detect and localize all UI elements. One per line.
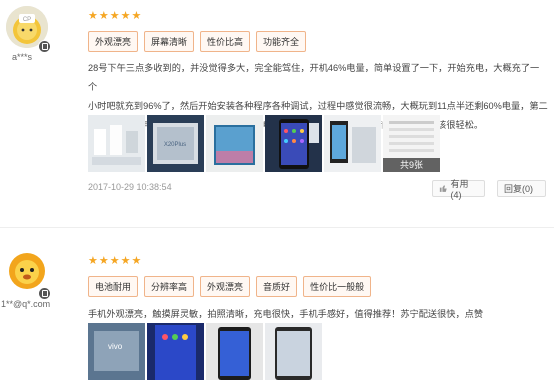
photo-image: [88, 115, 145, 172]
tag: 音质好: [256, 276, 298, 297]
review-text-line: 28号下午三点多收到的，并没觉得多大，完全能驾住，开机46%电量，简单设置了一下…: [88, 63, 540, 92]
reply-button[interactable]: 回复(0): [497, 180, 546, 197]
tag-list: 外观漂亮 屏幕清晰 性价比高 功能齐全: [88, 31, 307, 52]
svg-text:CP: CP: [23, 17, 31, 23]
avatar[interactable]: [6, 250, 48, 292]
review-photo[interactable]: [147, 323, 204, 380]
useful-button[interactable]: 有用(4): [432, 179, 485, 200]
review-text: 手机外观漂亮，触摸屏灵敏，拍照清晰，充电很快，手机手感好，值得推荐！苏宁配送很快…: [88, 305, 548, 324]
photo-image: vivo: [88, 323, 145, 380]
tag: 性价比一般般: [303, 276, 372, 297]
photo-image: [324, 115, 381, 172]
review-photo[interactable]: [206, 115, 263, 172]
photo-image: [265, 323, 322, 380]
review-text-line: 小时吧就充到96%了，然后开始安装各种程序各种调试，过程中感觉很流畅，大概玩到1…: [88, 101, 548, 111]
svg-text:vivo: vivo: [108, 342, 123, 351]
tag: 功能齐全: [256, 31, 307, 52]
tag: 外观漂亮: [88, 31, 139, 52]
photo-image: [265, 115, 322, 172]
tag: 屏幕清晰: [144, 31, 195, 52]
tag-list: 电池耐用 分辨率高 外观漂亮 音质好 性价比一般般: [88, 276, 372, 297]
review-photo[interactable]: [265, 323, 322, 380]
review-photo[interactable]: 共9张: [383, 115, 440, 172]
review-photo[interactable]: [206, 323, 263, 380]
review-photo[interactable]: X20Plus: [147, 115, 204, 172]
useful-label: 有用(4): [450, 179, 469, 200]
rating-stars: ★★★★★: [88, 255, 143, 267]
review-photo[interactable]: [88, 115, 145, 172]
review-photo[interactable]: vivo: [88, 323, 145, 380]
tag: 外观漂亮: [200, 276, 251, 297]
tag: 分辨率高: [144, 276, 195, 297]
photo-image: X20Plus: [147, 115, 204, 172]
thumbs-up-icon: [439, 185, 447, 192]
divider: [0, 227, 554, 228]
rating-stars: ★★★★★: [88, 10, 143, 22]
reply-label: 回复(0): [504, 184, 533, 194]
photo-count[interactable]: 共9张: [383, 158, 440, 172]
photo-image: [147, 323, 204, 380]
review-date: 2017-10-29 10:38:54: [88, 182, 172, 192]
photo-image: [206, 115, 263, 172]
svg-text:X20Plus: X20Plus: [164, 142, 186, 148]
vip-badge-icon: [38, 40, 51, 53]
username[interactable]: 1**@q*.com: [1, 299, 50, 309]
tag: 性价比高: [200, 31, 251, 52]
review-photos: X20Plus 共9张: [88, 115, 440, 172]
avatar-image: [6, 250, 48, 292]
review-photo[interactable]: [265, 115, 322, 172]
review-photo[interactable]: [324, 115, 381, 172]
review-text-line: 手机外观漂亮，触摸屏灵敏，拍照清晰，充电很快，手机手感好，值得推荐！苏宁配送很快…: [88, 309, 484, 319]
tag: 电池耐用: [88, 276, 139, 297]
username[interactable]: a***s: [12, 52, 32, 62]
review-photos: vivo: [88, 323, 322, 380]
photo-image: [206, 323, 263, 380]
